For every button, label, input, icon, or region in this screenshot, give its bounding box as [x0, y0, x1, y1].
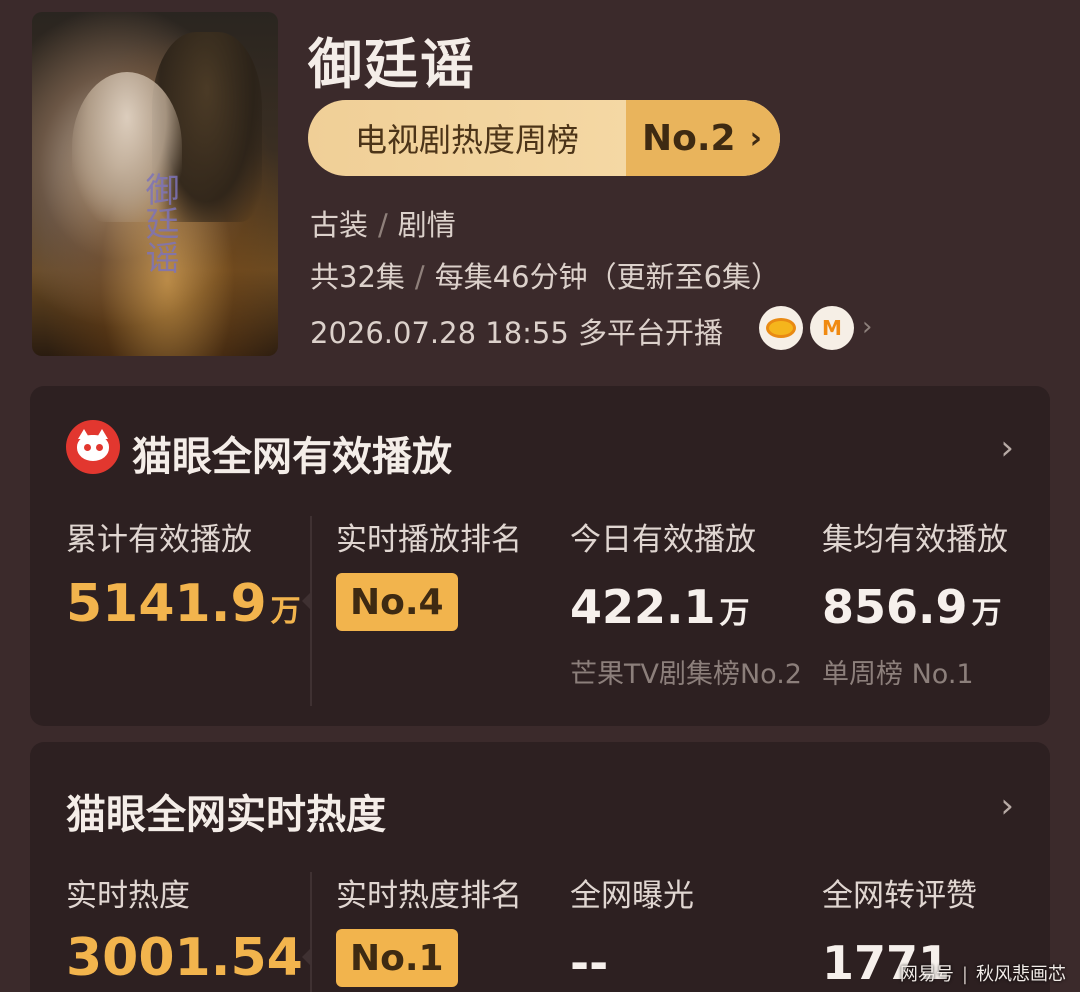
- realtime-heat-card[interactable]: 猫眼全网实时热度 › 实时热度 3001.54 实时热度排名 No.1 全网曝光…: [30, 742, 1050, 992]
- stat-label: 实时播放排名: [336, 522, 522, 558]
- today-plays-sub: 芒果TV剧集榜No.2: [570, 659, 802, 690]
- stat-label: 集均有效播放: [822, 522, 1008, 558]
- episode-line: 共32集 / 每集46分钟（更新至6集）: [310, 260, 781, 294]
- rank-value: No.2: [642, 117, 736, 159]
- episode-count: 共32集: [310, 260, 405, 294]
- realtime-heat-value: 3001.54: [66, 928, 303, 988]
- stat-label: 今日有效播放: [570, 522, 756, 558]
- maoyan-cat-icon: [66, 420, 120, 474]
- hunan-tv-icon[interactable]: [759, 306, 803, 350]
- today-plays-value: 422.1 万: [570, 580, 750, 634]
- rank-value-area: No.2 ›: [626, 100, 780, 176]
- rank-label: 电视剧热度周榜: [354, 121, 579, 159]
- stat-label: 累计有效播放: [66, 522, 252, 558]
- genre-tag: 剧情: [397, 208, 456, 242]
- stat-label: 全网曝光: [570, 878, 694, 914]
- divider-notch: [302, 592, 311, 610]
- weekly-rank-pill[interactable]: 电视剧热度周榜 No.2 ›: [308, 100, 780, 176]
- episode-length: 每集46分钟（更新至6集）: [434, 260, 781, 294]
- divider: [310, 516, 312, 706]
- divider: [310, 872, 312, 992]
- stat-label: 全网转评赞: [822, 878, 977, 914]
- realtime-rank-badge: No.4: [336, 573, 458, 631]
- heat-rank-badge: No.1: [336, 929, 458, 987]
- chevron-right-icon[interactable]: ›: [1000, 428, 1014, 468]
- cumulative-plays-value: 5141.9 万: [66, 574, 301, 634]
- show-title: 御廷谣: [308, 33, 476, 96]
- mango-tv-icon[interactable]: M: [810, 306, 854, 350]
- genre-line: 古装 / 剧情: [310, 208, 456, 242]
- show-poster[interactable]: 御廷谣: [32, 12, 278, 356]
- watermark: 网易号 | 秋风悲画芯: [899, 964, 1066, 985]
- chevron-right-icon[interactable]: ›: [862, 312, 872, 342]
- avg-episode-plays-value: 856.9 万: [822, 580, 1002, 634]
- chevron-right-icon: ›: [749, 120, 762, 156]
- premiere-info: 2026.07.28 18:55 多平台开播: [310, 316, 724, 350]
- effective-plays-card[interactable]: 猫眼全网有效播放 › 累计有效播放 5141.9 万 实时播放排名 No.4 今日…: [30, 386, 1050, 726]
- divider-notch: [302, 948, 311, 966]
- card-title: 猫眼全网实时热度: [66, 792, 386, 838]
- card-title: 猫眼全网有效播放: [132, 434, 452, 480]
- chevron-right-icon[interactable]: ›: [1000, 786, 1014, 826]
- avg-episode-plays-sub: 单周榜 No.1: [822, 659, 974, 690]
- exposure-value: --: [570, 936, 609, 990]
- stat-label: 实时热度: [66, 878, 190, 914]
- genre-tag: 古装: [310, 208, 369, 242]
- stat-label: 实时热度排名: [336, 878, 522, 914]
- poster-calligraphy-title: 御廷谣: [139, 172, 179, 274]
